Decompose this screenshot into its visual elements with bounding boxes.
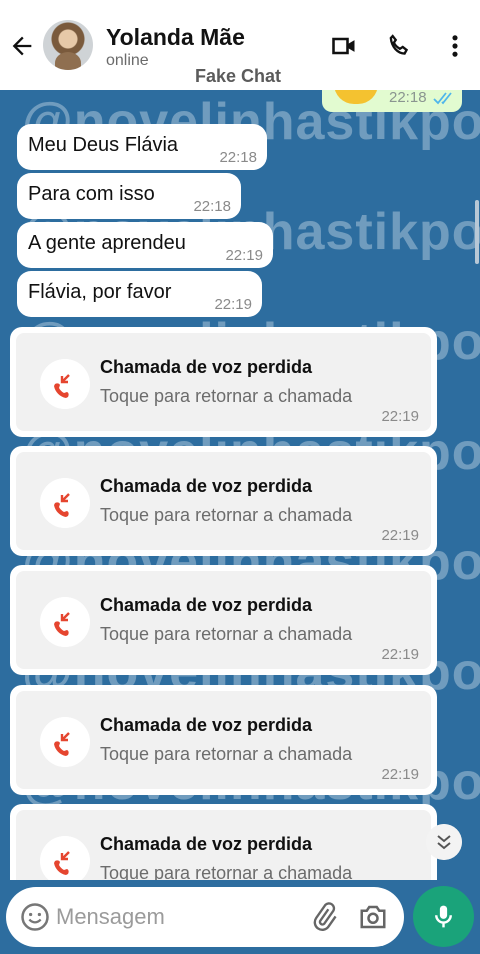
missed-call-card[interactable]: Chamada de voz perdida Toque para retorn… bbox=[10, 565, 437, 675]
read-receipt-icon bbox=[433, 92, 452, 105]
missed-call-icon bbox=[40, 717, 90, 767]
call-title: Chamada de voz perdida bbox=[100, 357, 313, 377]
missed-call-icon bbox=[40, 836, 90, 880]
call-time: 22:19 bbox=[381, 408, 419, 425]
call-title: Chamada de voz perdida bbox=[100, 834, 313, 854]
call-subtitle: Toque para retornar a chamada bbox=[100, 863, 353, 880]
contact-avatar[interactable] bbox=[43, 20, 93, 70]
incoming-message-bubble[interactable]: A gente aprendeu 22:19 bbox=[17, 222, 273, 268]
call-subtitle: Toque para retornar a chamada bbox=[100, 744, 353, 764]
missed-call-icon bbox=[40, 597, 90, 647]
missed-call-icon bbox=[40, 478, 90, 528]
missed-call-card[interactable]: Chamada de voz perdida Toque para retorn… bbox=[10, 327, 437, 437]
call-subtitle: Toque para retornar a chamada bbox=[100, 505, 353, 525]
incoming-message-bubble[interactable]: Meu Deus Flávia 22:18 bbox=[17, 124, 267, 170]
camera-icon[interactable] bbox=[358, 902, 388, 932]
microphone-icon bbox=[435, 905, 452, 928]
message-input[interactable]: Mensagem bbox=[56, 904, 165, 930]
voice-call-icon[interactable] bbox=[384, 32, 414, 60]
missed-call-icon bbox=[40, 359, 90, 409]
message-time: 22:19 bbox=[214, 296, 252, 313]
incoming-message-bubble[interactable]: Para com isso 22:18 bbox=[17, 173, 241, 219]
call-time: 22:19 bbox=[381, 766, 419, 783]
message-time: 22:19 bbox=[225, 247, 263, 264]
more-options-icon[interactable] bbox=[440, 32, 470, 60]
contact-name[interactable]: Yolanda Mãe bbox=[106, 24, 245, 51]
back-arrow-icon[interactable] bbox=[8, 32, 36, 60]
message-text: Para com isso bbox=[28, 183, 155, 205]
message-time: 22:18 bbox=[219, 149, 257, 166]
message-time: 22:18 bbox=[389, 89, 427, 106]
message-text: Meu Deus Flávia bbox=[28, 134, 179, 156]
scrollbar-thumb[interactable] bbox=[475, 200, 479, 264]
video-call-icon[interactable] bbox=[329, 32, 359, 60]
scroll-to-bottom-icon[interactable] bbox=[426, 824, 462, 860]
call-title: Chamada de voz perdida bbox=[100, 595, 313, 615]
missed-call-card[interactable]: Chamada de voz perdida Toque para retorn… bbox=[10, 446, 437, 556]
emoji-icon[interactable] bbox=[20, 902, 50, 932]
missed-call-card[interactable]: Chamada de voz perdida Toque para retorn… bbox=[10, 804, 437, 880]
missed-call-card[interactable]: Chamada de voz perdida Toque para retorn… bbox=[10, 685, 437, 795]
call-time: 22:19 bbox=[381, 646, 419, 663]
message-composer[interactable]: Mensagem bbox=[6, 887, 404, 947]
call-title: Chamada de voz perdida bbox=[100, 476, 313, 496]
voice-record-button[interactable] bbox=[413, 886, 474, 947]
message-text: Flávia, por favor bbox=[28, 281, 172, 303]
call-title: Chamada de voz perdida bbox=[100, 715, 313, 735]
attach-icon[interactable] bbox=[309, 902, 339, 932]
message-text: A gente aprendeu bbox=[28, 232, 186, 254]
incoming-message-bubble[interactable]: Flávia, por favor 22:19 bbox=[17, 271, 262, 317]
call-subtitle: Toque para retornar a chamada bbox=[100, 386, 353, 406]
app-label: Fake Chat bbox=[195, 66, 282, 86]
contact-status: online bbox=[106, 52, 149, 69]
chat-header: Yolanda Mãe online Fake Chat bbox=[0, 0, 480, 90]
call-time: 22:19 bbox=[381, 527, 419, 544]
message-time: 22:18 bbox=[193, 198, 231, 215]
call-subtitle: Toque para retornar a chamada bbox=[100, 624, 353, 644]
